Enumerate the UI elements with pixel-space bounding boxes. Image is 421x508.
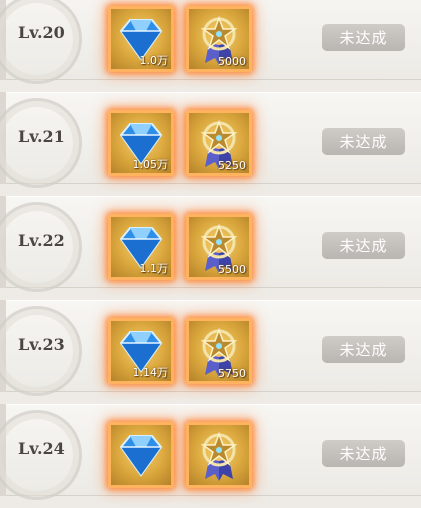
gem-reward-slot[interactable] [108, 422, 174, 488]
level-reward-list: Lv.20 1.0万 5000 未达成 Lv.21 1.05万 5250 未达成… [0, 0, 421, 508]
status-button[interactable]: 未达成 [322, 232, 405, 259]
medal-quantity: 5750 [218, 367, 246, 380]
blue-diamond-icon [119, 435, 163, 477]
level-label: Lv.24 [18, 439, 65, 458]
level-label: Lv.23 [18, 335, 65, 354]
medal-reward-slot[interactable]: 5250 [186, 110, 252, 176]
level-reward-row: Lv.21 1.05万 5250 未达成 [0, 92, 421, 188]
medal-quantity: 5000 [218, 55, 246, 68]
gem-reward-slot[interactable]: 1.0万 [108, 6, 174, 72]
level-reward-row: Lv.23 1.14万 5750 未达成 [0, 300, 421, 396]
level-label: Lv.21 [18, 127, 65, 146]
medal-reward-slot[interactable]: 5500 [186, 214, 252, 280]
status-button[interactable]: 未达成 [322, 336, 405, 363]
status-button[interactable]: 未达成 [322, 24, 405, 51]
status-button[interactable]: 未达成 [322, 440, 405, 467]
status-button[interactable]: 未达成 [322, 128, 405, 155]
gem-reward-slot[interactable]: 1.14万 [108, 318, 174, 384]
gem-reward-slot[interactable]: 1.05万 [108, 110, 174, 176]
level-reward-row: Lv.24 未达成 [0, 404, 421, 500]
level-seal-icon [0, 0, 82, 84]
medal-reward-slot[interactable] [186, 422, 252, 488]
gem-quantity: 1.14万 [132, 366, 169, 379]
medal-quantity: 5250 [218, 159, 246, 172]
level-label: Lv.22 [18, 231, 65, 250]
gem-reward-slot[interactable]: 1.1万 [108, 214, 174, 280]
gem-quantity: 1.05万 [132, 158, 169, 171]
medal-reward-slot[interactable]: 5000 [186, 6, 252, 72]
gem-quantity: 1.0万 [139, 54, 169, 67]
level-reward-row: Lv.20 1.0万 5000 未达成 [0, 0, 421, 84]
medal-reward-slot[interactable]: 5750 [186, 318, 252, 384]
medal-quantity: 5500 [218, 263, 246, 276]
star-medal-icon [200, 431, 238, 481]
level-reward-row: Lv.22 1.1万 5500 未达成 [0, 196, 421, 292]
gem-quantity: 1.1万 [139, 262, 169, 275]
level-label: Lv.20 [18, 23, 65, 42]
